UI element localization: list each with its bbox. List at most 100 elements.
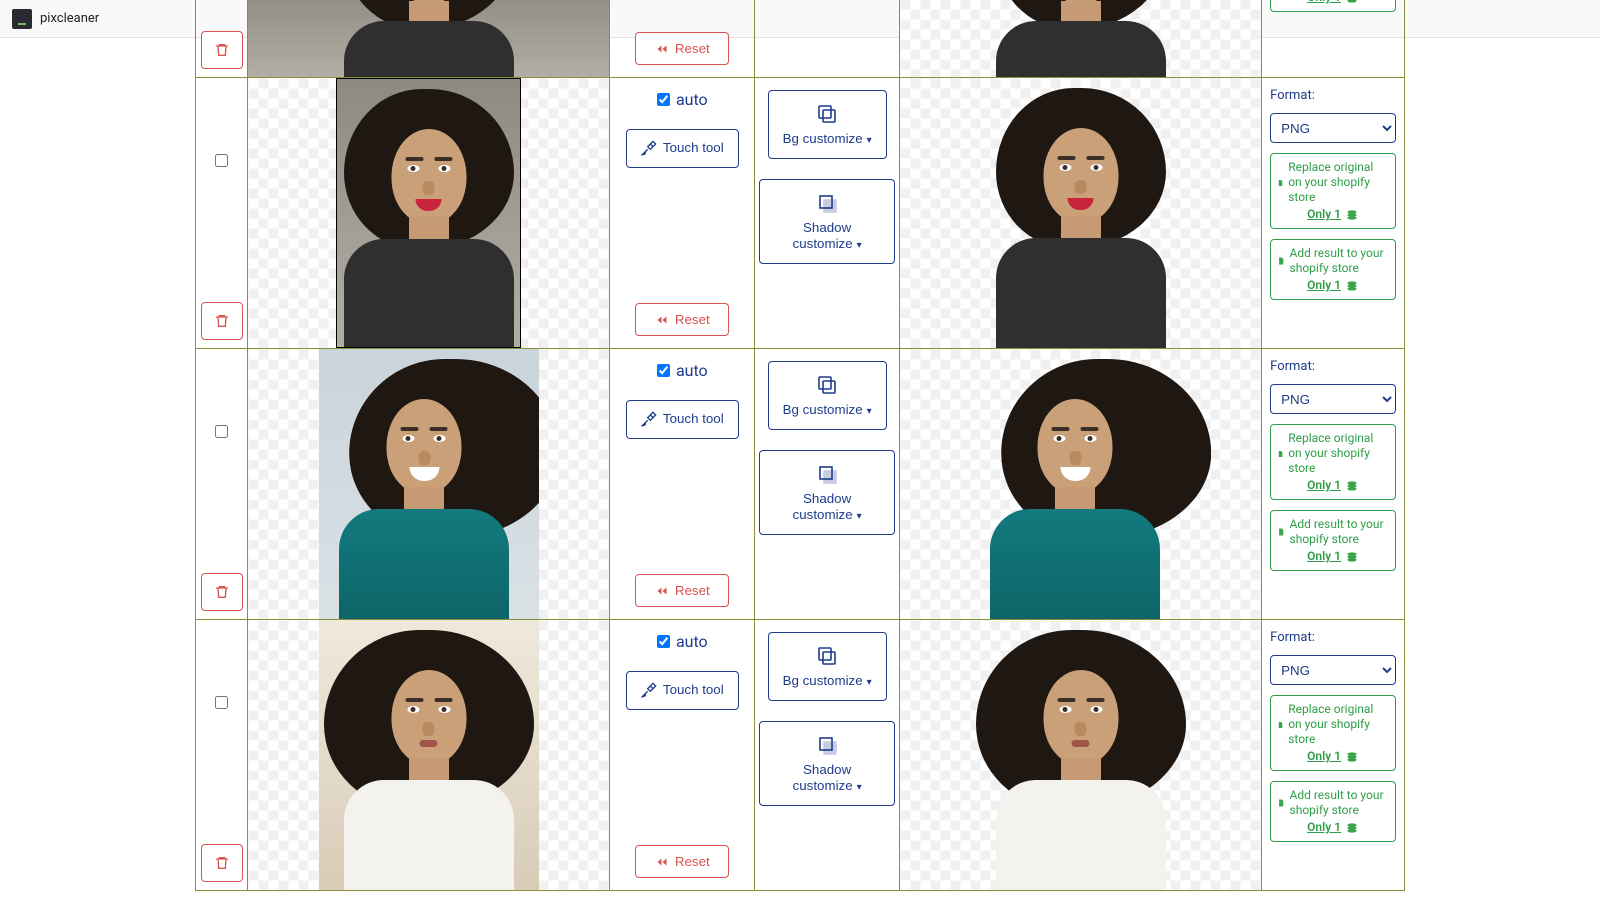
format-select[interactable]: PNG (1270, 384, 1396, 414)
tools-icon (641, 411, 657, 427)
format-select[interactable]: PNG (1270, 113, 1396, 143)
credit-cost: Only 1 (1307, 207, 1359, 222)
tool-column: auto Touch tool Reset (610, 78, 754, 348)
delete-button[interactable] (201, 31, 243, 69)
customize-column (755, 0, 899, 77)
auto-label: auto (676, 90, 708, 109)
auto-checkbox-row[interactable]: auto (657, 361, 708, 380)
bg-customize-button[interactable]: Bg customize▾ (768, 90, 887, 159)
shadow-customize-label: Shadow customize (793, 491, 853, 523)
coins-icon (1345, 550, 1359, 564)
app-brand: pixcleaner (40, 11, 99, 26)
trash-icon (214, 855, 230, 871)
page: Reset Only 1 (0, 38, 1600, 891)
credit-cost: Only 1 (1307, 278, 1359, 293)
bg-customize-label: Bg customize (783, 402, 863, 417)
replace-shopify-button[interactable]: Replace original on your shopify store O… (1270, 153, 1396, 229)
bg-customize-button[interactable]: Bg customize ▾ (768, 632, 887, 701)
auto-checkbox[interactable] (657, 364, 670, 377)
row-actions (196, 620, 247, 890)
auto-checkbox-row[interactable]: auto (657, 632, 708, 651)
shadow-icon (814, 461, 840, 487)
row-checkbox[interactable] (215, 154, 228, 167)
row-checkbox[interactable] (215, 425, 228, 438)
bg-customize-label: Bg customize (783, 673, 863, 688)
original-image (248, 78, 609, 348)
shadow-customize-button[interactable]: Shadow customize▾ (759, 450, 895, 535)
credit-cost: Only 1 (1307, 478, 1359, 493)
auto-checkbox-row[interactable]: auto (657, 90, 708, 109)
file-icon (1277, 525, 1285, 539)
tool-column: auto Touch tool Reset (610, 349, 754, 619)
chevron-down-icon: ▾ (867, 406, 872, 417)
row-actions (196, 0, 247, 77)
original-image (248, 349, 609, 619)
customize-column: Bg customize ▾ Shadow customize▾ (755, 349, 899, 619)
reset-button[interactable]: Reset (635, 303, 729, 336)
add-label: Add result to your shopify store (1290, 246, 1389, 276)
add-shopify-button[interactable]: Add result to your shopify store Only 1 (1270, 781, 1396, 842)
coins-icon (1345, 208, 1359, 222)
add-shopify-button[interactable]: Add result to your shopify store Only 1 (1270, 239, 1396, 300)
coins-icon (1345, 821, 1359, 835)
file-icon (1277, 796, 1285, 810)
chevron-down-icon: ▾ (867, 135, 872, 146)
replace-shopify-button[interactable]: Replace original on your shopify store O… (1270, 695, 1396, 771)
touch-tool-button[interactable]: Touch tool (626, 671, 739, 710)
reset-button[interactable]: Reset (635, 845, 729, 878)
export-column: Format: PNG Replace original on your sho… (1262, 349, 1404, 581)
credit-cost: Only 1 (1307, 549, 1359, 564)
tools-icon (641, 682, 657, 698)
export-column: Format: PNG Replace original on your sho… (1262, 78, 1404, 310)
auto-checkbox[interactable] (657, 635, 670, 648)
app-logo (12, 9, 32, 29)
chevron-down-icon: ▾ (867, 677, 872, 688)
rewind-icon (655, 314, 669, 326)
trash-icon (214, 584, 230, 600)
replace-shopify-button[interactable]: Replace original on your shopify store O… (1270, 424, 1396, 500)
original-image (248, 620, 609, 890)
rewind-icon (655, 585, 669, 597)
auto-checkbox[interactable] (657, 93, 670, 106)
reset-button[interactable]: Reset (635, 32, 729, 65)
touch-tool-label: Touch tool (663, 140, 724, 157)
format-select[interactable]: PNG (1270, 655, 1396, 685)
delete-button[interactable] (201, 844, 243, 882)
touch-tool-button[interactable]: Touch tool (626, 400, 739, 439)
file-icon (1277, 176, 1284, 190)
coins-icon (1345, 750, 1359, 764)
table-row: Reset Only 1 (196, 0, 1405, 78)
replace-label: Replace original on your shopify store (1288, 160, 1389, 205)
bg-customize-button[interactable]: Bg customize ▾ (768, 361, 887, 430)
touch-tool-label: Touch tool (663, 682, 724, 699)
delete-button[interactable] (201, 302, 243, 340)
tool-column: Reset (610, 0, 754, 77)
replace-shopify-button[interactable]: Only 1 (1270, 0, 1396, 12)
credit-cost: Only 1 (1307, 820, 1359, 835)
shadow-icon (814, 732, 840, 758)
chevron-down-icon: ▾ (857, 240, 862, 251)
add-shopify-button[interactable]: Add result to your shopify store Only 1 (1270, 510, 1396, 571)
add-label: Add result to your shopify store (1290, 517, 1389, 547)
export-column: Only 1 (1262, 0, 1404, 22)
result-image (900, 349, 1261, 619)
reset-button[interactable]: Reset (635, 574, 729, 607)
touch-tool-button[interactable]: Touch tool (626, 129, 739, 168)
layers-icon (814, 101, 840, 127)
row-checkbox[interactable] (215, 696, 228, 709)
result-image (900, 78, 1261, 348)
shadow-customize-button[interactable]: Shadow customize▾ (759, 721, 895, 806)
replace-label: Replace original on your shopify store (1288, 702, 1389, 747)
export-column: Format: PNG Replace original on your sho… (1262, 620, 1404, 852)
coins-icon (1345, 279, 1359, 293)
touch-tool-label: Touch tool (663, 411, 724, 428)
shadow-customize-label: Shadow customize (793, 220, 853, 252)
replace-label: Replace original on your shopify store (1288, 431, 1389, 476)
table-row: auto Touch tool Reset Bg customize ▾ (196, 620, 1405, 891)
table-row: auto Touch tool Reset Bg customize▾ (196, 78, 1405, 349)
format-label: Format: (1270, 88, 1396, 103)
result-image (900, 620, 1261, 890)
shadow-customize-button[interactable]: Shadow customize ▾ (759, 179, 895, 264)
delete-button[interactable] (201, 573, 243, 611)
file-icon (1277, 254, 1285, 268)
